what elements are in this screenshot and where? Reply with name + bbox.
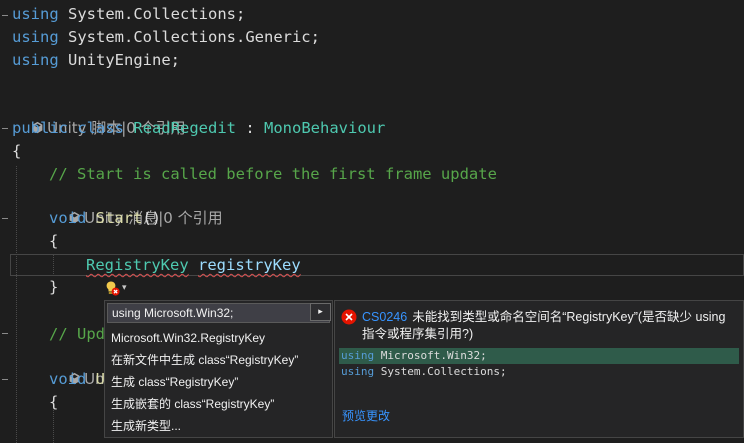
quick-action-generate-nested-class[interactable]: 生成嵌套的 class“RegistryKey”	[111, 393, 274, 415]
code-line-update-decl: void U	[49, 370, 106, 388]
code-line-method-open-brace: {	[49, 232, 59, 250]
quick-action-using-microsoft-win32[interactable]: using Microsoft.Win32;	[107, 303, 330, 323]
codelens-start[interactable]: Unity 消息|0 个引用	[49, 185, 223, 227]
code-line-class-decl: public class ReadRegedit : MonoBehaviour	[12, 119, 386, 137]
fix-preview-panel: CS0246 未能找到类型或命名空间名“RegistryKey”(是否缺少 usi…	[334, 300, 744, 438]
quick-action-generate-class[interactable]: 生成 class“RegistryKey”	[111, 371, 238, 393]
error-icon	[341, 309, 357, 325]
code-line-start-decl: void Start()	[49, 209, 162, 227]
code-line-using-2: using System.Collections.Generic;	[12, 28, 320, 46]
fold-marker[interactable]	[2, 15, 8, 16]
expand-arrow-button[interactable]: ▸	[310, 303, 331, 321]
preview-changes-link[interactable]: 预览更改	[342, 407, 390, 424]
preview-added-line: using Microsoft.Win32;	[339, 348, 739, 364]
code-line-update-open-brace: {	[49, 393, 59, 411]
chevron-down-icon: ▾	[122, 283, 127, 293]
lightbulb-error-icon	[106, 281, 120, 296]
code-line-registry-key[interactable]: RegistryKey registryKey	[86, 254, 301, 276]
code-line-comment-update: // Upd	[49, 325, 105, 343]
code-line-comment-start: // Start is called before the first fram…	[49, 165, 497, 183]
quick-action-generate-new-type[interactable]: 生成新类型...	[111, 415, 181, 437]
error-var-token: registryKey	[198, 256, 301, 274]
error-code-link[interactable]: CS0246	[362, 310, 407, 324]
indent-guide	[53, 410, 54, 443]
codelens-class[interactable]: Unity 脚本|0 个引用	[12, 95, 186, 137]
indent-guide	[16, 166, 17, 443]
fold-marker[interactable]	[2, 218, 8, 219]
error-type-token: RegistryKey	[86, 256, 189, 274]
quick-actions-menu: using Microsoft.Win32; Microsoft.Win32.R…	[104, 300, 333, 438]
fold-marker[interactable]	[2, 128, 8, 129]
fold-marker[interactable]	[2, 379, 8, 380]
quick-action-fully-qualify[interactable]: Microsoft.Win32.RegistryKey	[111, 327, 265, 349]
code-line-using-1: using System.Collections;	[12, 5, 246, 23]
code-line-using-3: using UnityEngine;	[12, 51, 180, 69]
quick-actions-bulb[interactable]: ▾	[104, 279, 134, 297]
fold-marker[interactable]	[2, 333, 8, 334]
code-line-method-close-brace: }	[49, 278, 59, 296]
code-line-open-brace: {	[12, 142, 22, 160]
error-message: CS0246 未能找到类型或命名空间名“RegistryKey”(是否缺少 usi…	[362, 309, 740, 343]
chevron-right-icon: ▸	[318, 307, 323, 317]
error-description: 未能找到类型或命名空间名“RegistryKey”(是否缺少 using 指令或…	[362, 310, 726, 341]
quick-action-generate-class-new-file[interactable]: 在新文件中生成 class“RegistryKey”	[111, 349, 298, 371]
preview-context-line: using System.Collections;	[341, 365, 507, 378]
